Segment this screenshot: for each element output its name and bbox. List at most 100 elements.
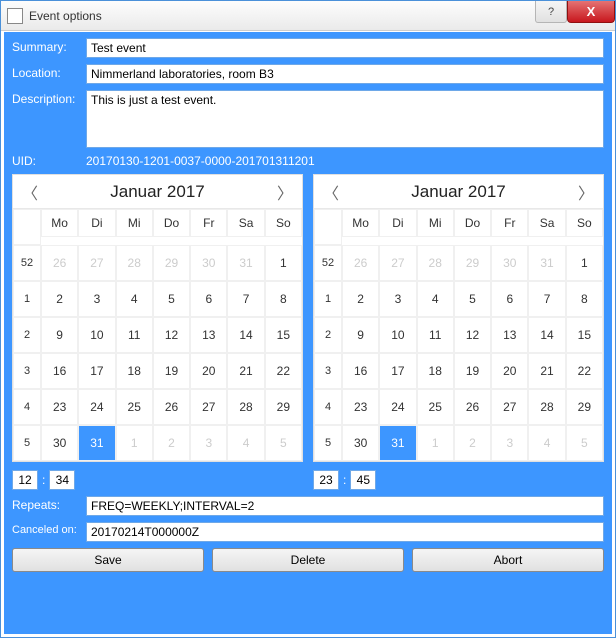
delete-button[interactable]: Delete xyxy=(212,548,404,572)
calendar-day[interactable]: 22 xyxy=(265,353,302,389)
calendar-day[interactable]: 12 xyxy=(454,317,491,353)
calendar-day[interactable]: 2 xyxy=(153,425,190,461)
calendar-day[interactable]: 30 xyxy=(491,245,528,281)
end-minute-input[interactable] xyxy=(350,470,376,490)
calendar-day[interactable]: 31 xyxy=(379,425,416,461)
calendar-day[interactable]: 5 xyxy=(566,425,603,461)
calendar-day[interactable]: 26 xyxy=(41,245,78,281)
calendar-day[interactable]: 15 xyxy=(566,317,603,353)
calendar-day[interactable]: 28 xyxy=(227,389,264,425)
end-prev-month[interactable]: 〈 xyxy=(314,180,348,204)
calendar-day[interactable]: 18 xyxy=(417,353,454,389)
calendar-day[interactable]: 17 xyxy=(78,353,115,389)
calendar-day[interactable]: 17 xyxy=(379,353,416,389)
calendar-day[interactable]: 8 xyxy=(566,281,603,317)
calendar-day[interactable]: 12 xyxy=(153,317,190,353)
calendar-day[interactable]: 26 xyxy=(153,389,190,425)
calendar-day[interactable]: 21 xyxy=(528,353,565,389)
location-input[interactable] xyxy=(86,64,604,84)
repeats-input[interactable] xyxy=(86,496,604,516)
calendar-day[interactable]: 14 xyxy=(528,317,565,353)
save-button[interactable]: Save xyxy=(12,548,204,572)
calendar-day[interactable]: 7 xyxy=(227,281,264,317)
calendar-day[interactable]: 27 xyxy=(491,389,528,425)
calendar-day[interactable]: 23 xyxy=(41,389,78,425)
calendar-day[interactable]: 18 xyxy=(116,353,153,389)
calendar-day[interactable]: 3 xyxy=(491,425,528,461)
calendar-day[interactable]: 15 xyxy=(265,317,302,353)
calendar-day[interactable]: 20 xyxy=(190,353,227,389)
calendar-day[interactable]: 16 xyxy=(41,353,78,389)
calendar-day[interactable]: 13 xyxy=(190,317,227,353)
calendar-day[interactable]: 30 xyxy=(41,425,78,461)
calendar-day[interactable]: 31 xyxy=(227,245,264,281)
calendar-day[interactable]: 4 xyxy=(528,425,565,461)
calendar-day[interactable]: 29 xyxy=(566,389,603,425)
calendar-day[interactable]: 25 xyxy=(116,389,153,425)
calendar-day[interactable]: 9 xyxy=(41,317,78,353)
close-button[interactable]: X xyxy=(567,1,615,23)
calendar-day[interactable]: 21 xyxy=(227,353,264,389)
calendar-day[interactable]: 3 xyxy=(190,425,227,461)
calendar-day[interactable]: 26 xyxy=(454,389,491,425)
calendar-day[interactable]: 27 xyxy=(379,245,416,281)
calendar-day[interactable]: 24 xyxy=(78,389,115,425)
calendar-day[interactable]: 27 xyxy=(78,245,115,281)
calendar-day[interactable]: 6 xyxy=(491,281,528,317)
end-hour-input[interactable] xyxy=(313,470,339,490)
calendar-day[interactable]: 6 xyxy=(190,281,227,317)
calendar-day[interactable]: 5 xyxy=(265,425,302,461)
help-button[interactable]: ? xyxy=(535,1,567,23)
calendar-day[interactable]: 31 xyxy=(528,245,565,281)
calendar-day[interactable]: 28 xyxy=(116,245,153,281)
summary-input[interactable] xyxy=(86,38,604,58)
calendar-day[interactable]: 4 xyxy=(116,281,153,317)
calendar-day[interactable]: 3 xyxy=(78,281,115,317)
calendar-day[interactable]: 24 xyxy=(379,389,416,425)
calendar-day[interactable]: 19 xyxy=(153,353,190,389)
calendar-day[interactable]: 1 xyxy=(265,245,302,281)
canceled-input[interactable] xyxy=(86,522,604,542)
start-next-month[interactable]: 〉 xyxy=(268,180,302,204)
calendar-day[interactable]: 10 xyxy=(379,317,416,353)
calendar-day[interactable]: 1 xyxy=(116,425,153,461)
calendar-day[interactable]: 29 xyxy=(153,245,190,281)
calendar-day[interactable]: 1 xyxy=(566,245,603,281)
calendar-day[interactable]: 5 xyxy=(454,281,491,317)
start-prev-month[interactable]: 〈 xyxy=(13,180,47,204)
calendar-day[interactable]: 1 xyxy=(417,425,454,461)
calendar-day[interactable]: 2 xyxy=(41,281,78,317)
calendar-day[interactable]: 11 xyxy=(417,317,454,353)
calendar-day[interactable]: 10 xyxy=(78,317,115,353)
calendar-day[interactable]: 2 xyxy=(342,281,379,317)
calendar-day[interactable]: 31 xyxy=(78,425,115,461)
calendar-day[interactable]: 20 xyxy=(491,353,528,389)
start-minute-input[interactable] xyxy=(49,470,75,490)
calendar-day[interactable]: 30 xyxy=(342,425,379,461)
calendar-day[interactable]: 23 xyxy=(342,389,379,425)
calendar-day[interactable]: 26 xyxy=(342,245,379,281)
calendar-day[interactable]: 22 xyxy=(566,353,603,389)
end-next-month[interactable]: 〉 xyxy=(569,180,603,204)
calendar-day[interactable]: 4 xyxy=(227,425,264,461)
calendar-day[interactable]: 9 xyxy=(342,317,379,353)
description-input[interactable]: This is just a test event. xyxy=(86,90,604,148)
start-hour-input[interactable] xyxy=(12,470,38,490)
calendar-day[interactable]: 8 xyxy=(265,281,302,317)
calendar-day[interactable]: 3 xyxy=(379,281,416,317)
calendar-day[interactable]: 5 xyxy=(153,281,190,317)
calendar-day[interactable]: 30 xyxy=(190,245,227,281)
calendar-day[interactable]: 2 xyxy=(454,425,491,461)
calendar-day[interactable]: 14 xyxy=(227,317,264,353)
calendar-day[interactable]: 29 xyxy=(454,245,491,281)
calendar-day[interactable]: 13 xyxy=(491,317,528,353)
calendar-day[interactable]: 25 xyxy=(417,389,454,425)
calendar-day[interactable]: 28 xyxy=(417,245,454,281)
calendar-day[interactable]: 4 xyxy=(417,281,454,317)
calendar-day[interactable]: 29 xyxy=(265,389,302,425)
calendar-day[interactable]: 7 xyxy=(528,281,565,317)
calendar-day[interactable]: 28 xyxy=(528,389,565,425)
calendar-day[interactable]: 27 xyxy=(190,389,227,425)
calendar-day[interactable]: 16 xyxy=(342,353,379,389)
abort-button[interactable]: Abort xyxy=(412,548,604,572)
